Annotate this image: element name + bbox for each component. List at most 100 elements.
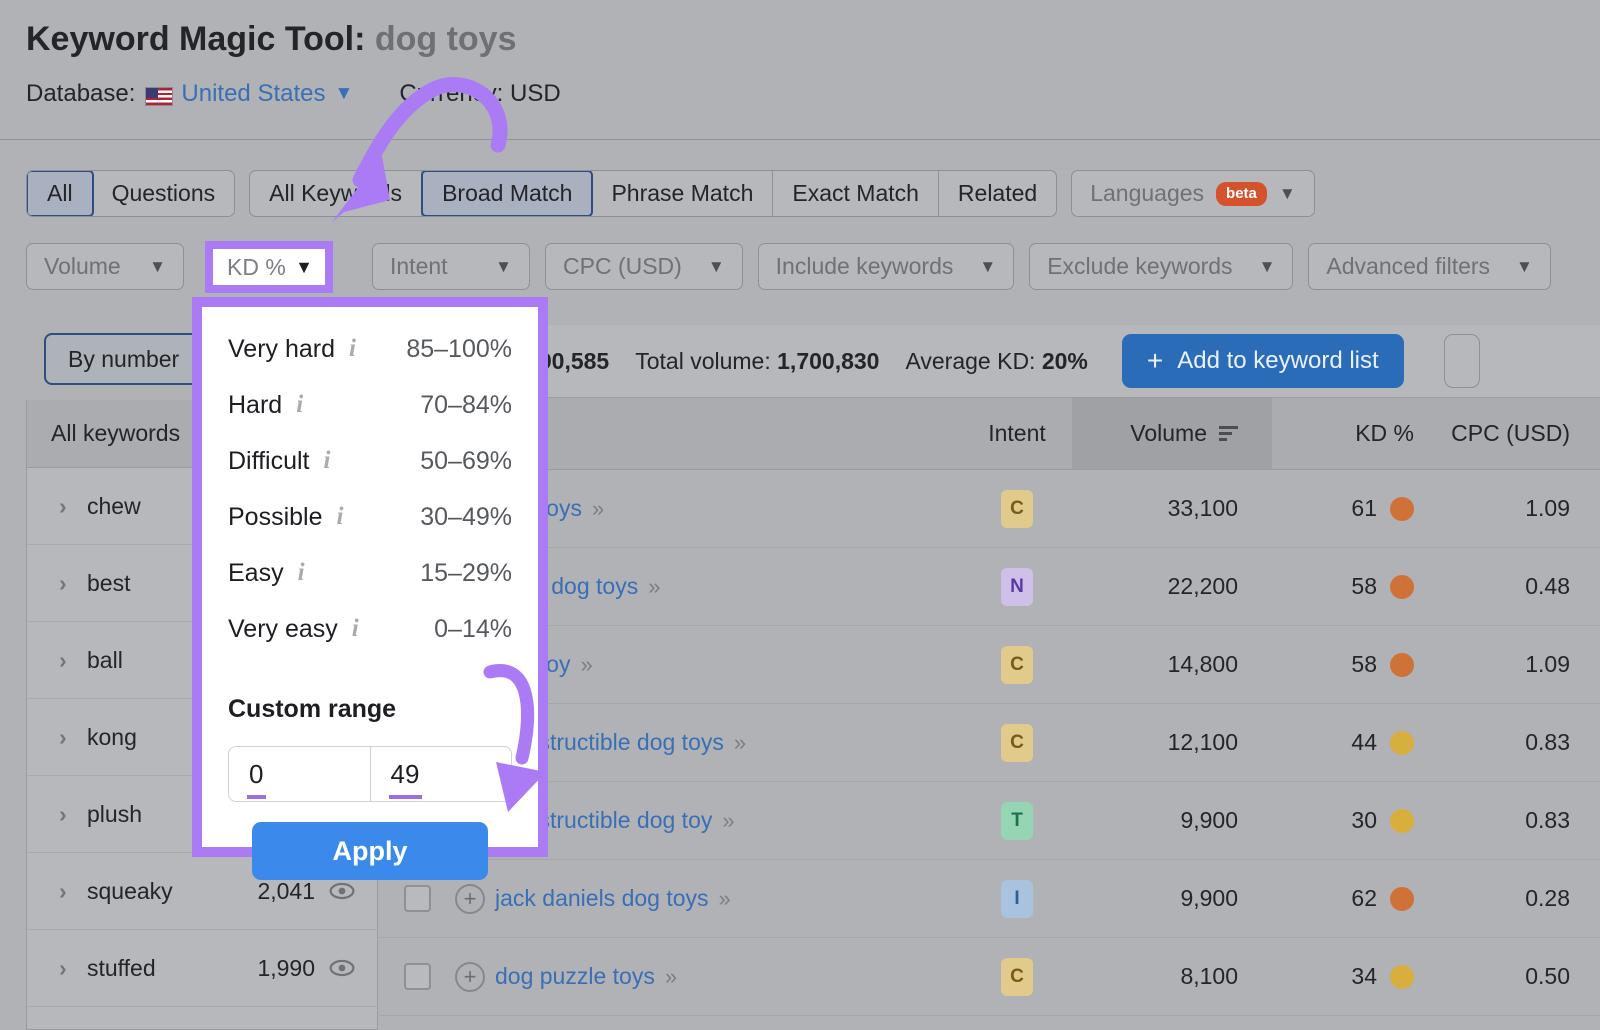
row-checkbox-cell[interactable]: [379, 885, 455, 912]
expand-icon[interactable]: »: [580, 652, 590, 678]
kd-option-range: 0–14%: [434, 615, 512, 644]
overflow-button[interactable]: [1444, 334, 1480, 388]
row-kd-cell: 58: [1272, 651, 1424, 678]
column-header-volume[interactable]: Volume: [1072, 398, 1272, 469]
add-to-keyword-list-button[interactable]: + Add to keyword list: [1122, 334, 1404, 388]
kd-option-hard[interactable]: Hard i 70–84%: [228, 377, 512, 433]
tab-questions[interactable]: Questions: [93, 171, 235, 216]
table-row[interactable]: + dog puzzle toys » C 8,100 34 0.50: [379, 938, 1600, 1016]
expand-icon[interactable]: »: [665, 964, 675, 990]
plus-icon: +: [1147, 347, 1163, 375]
info-icon[interactable]: i: [298, 559, 305, 587]
range-from-input[interactable]: 0: [229, 747, 371, 801]
chevron-right-icon: ›: [59, 724, 87, 751]
match-type-tabs: All Questions All Keywords Broad Match P…: [26, 170, 1315, 217]
filter-volume[interactable]: Volume ▼: [26, 243, 184, 290]
column-header-intent[interactable]: Intent: [962, 420, 1072, 447]
row-checkbox-cell[interactable]: [379, 963, 455, 990]
intent-badge: C: [1001, 646, 1033, 684]
kd-dot-icon: [1390, 887, 1414, 911]
tab-related[interactable]: Related: [939, 171, 1056, 216]
info-icon[interactable]: i: [296, 391, 303, 419]
add-keyword-icon[interactable]: +: [455, 962, 485, 992]
row-cpc-cell: 0.50: [1424, 963, 1600, 990]
kd-option-possible[interactable]: Possible i 30–49%: [228, 489, 512, 545]
filter-cpc-label: CPC (USD): [563, 253, 682, 280]
chevron-down-icon: ▼: [979, 257, 996, 277]
keyword-link[interactable]: jack daniels dog toys: [495, 885, 709, 912]
range-from-value: 0: [249, 759, 263, 790]
kd-level-list: Very hard i 85–100% Hard i 70–84% Diffic…: [202, 307, 538, 667]
chevron-right-icon: ›: [59, 878, 87, 905]
table-row[interactable]: + kong dog toys » N 22,200 58 0.48: [379, 548, 1600, 626]
stats-total-volume: Total volume: 1,700,830: [635, 348, 879, 375]
by-number-toggle[interactable]: By number: [44, 333, 203, 385]
expand-icon[interactable]: »: [722, 808, 732, 834]
expand-icon[interactable]: »: [592, 496, 602, 522]
kd-value: 62: [1351, 885, 1377, 912]
table-row[interactable]: + dog toy » C 14,800 58 1.09: [379, 626, 1600, 704]
languages-dropdown[interactable]: Languages beta ▼: [1071, 170, 1315, 217]
column-header-cpc[interactable]: CPC (USD): [1424, 420, 1600, 447]
filter-intent[interactable]: Intent ▼: [372, 243, 530, 290]
row-volume-cell: 12,100: [1072, 729, 1272, 756]
table-row[interactable]: + jack daniels dog toys » I 9,900 62 0.2…: [379, 860, 1600, 938]
info-icon[interactable]: i: [352, 615, 359, 643]
tab-exact-match[interactable]: Exact Match: [773, 171, 939, 216]
eye-icon[interactable]: [329, 878, 355, 904]
row-cpc-cell: 0.83: [1424, 729, 1600, 756]
info-icon[interactable]: i: [337, 503, 344, 531]
database-selector[interactable]: United States: [181, 80, 325, 108]
row-volume-cell: 22,200: [1072, 573, 1272, 600]
kd-value: 34: [1351, 963, 1377, 990]
info-icon[interactable]: i: [349, 335, 356, 363]
intent-badge: I: [1001, 880, 1033, 918]
table-row[interactable]: + indestructible dog toy » T 9,900 30 0.…: [379, 782, 1600, 860]
row-keyword-cell[interactable]: + jack daniels dog toys »: [455, 884, 962, 914]
kd-value: 61: [1351, 495, 1377, 522]
table-row[interactable]: + dog toys » C 33,100 61 1.09: [379, 470, 1600, 548]
tab-phrase-match[interactable]: Phrase Match: [592, 171, 773, 216]
kd-option-label: Very hard: [228, 335, 335, 364]
kd-option-very-hard[interactable]: Very hard i 85–100%: [228, 321, 512, 377]
chevron-down-icon[interactable]: ▼: [335, 83, 354, 105]
row-volume-cell: 14,800: [1072, 651, 1272, 678]
filter-kd-percent[interactable]: KD % ▼: [205, 241, 333, 293]
row-kd-cell: 34: [1272, 963, 1424, 990]
filter-exclude-keywords[interactable]: Exclude keywords ▼: [1029, 243, 1293, 290]
sidebar-item-count: 2,041: [257, 878, 315, 905]
range-to-input[interactable]: 49: [371, 747, 512, 801]
tab-broad-match[interactable]: Broad Match: [421, 170, 593, 217]
checkbox[interactable]: [404, 885, 431, 912]
expand-icon[interactable]: »: [719, 886, 729, 912]
range-to-value: 49: [391, 759, 420, 790]
currency-label: Currency: USD: [399, 80, 560, 108]
kd-value: 58: [1351, 573, 1377, 600]
row-keyword-cell[interactable]: + dog puzzle toys »: [455, 962, 962, 992]
checkbox[interactable]: [404, 963, 431, 990]
apply-button[interactable]: Apply: [252, 822, 488, 880]
expand-icon[interactable]: »: [648, 574, 658, 600]
row-cpc-cell: 0.48: [1424, 573, 1600, 600]
eye-icon[interactable]: [329, 955, 355, 981]
sidebar-item-stuffed[interactable]: › stuffed 1,990: [27, 930, 377, 1007]
filter-cpc[interactable]: CPC (USD) ▼: [545, 243, 743, 290]
column-header-kd[interactable]: KD %: [1272, 420, 1424, 447]
filter-advanced[interactable]: Advanced filters ▼: [1308, 243, 1550, 290]
kd-option-difficult[interactable]: Difficult i 50–69%: [228, 433, 512, 489]
stats-bar: All keywords: 90,585 Total volume: 1,700…: [379, 325, 1600, 398]
table-row[interactable]: + indestructible dog toys » C 12,100 44 …: [379, 704, 1600, 782]
filter-include-keywords[interactable]: Include keywords ▼: [758, 243, 1015, 290]
kd-option-easy[interactable]: Easy i 15–29%: [228, 545, 512, 601]
kd-option-very-easy[interactable]: Very easy i 0–14%: [228, 601, 512, 657]
tab-all[interactable]: All: [26, 170, 94, 217]
keywords-table: Keyword Intent Volume KD % CPC (USD) + d…: [379, 398, 1600, 1030]
add-keyword-icon[interactable]: +: [455, 884, 485, 914]
row-intent-cell: N: [962, 568, 1072, 606]
expand-icon[interactable]: »: [734, 730, 744, 756]
info-icon[interactable]: i: [324, 447, 331, 475]
row-kd-cell: 44: [1272, 729, 1424, 756]
stats-average-kd-value: 20%: [1042, 348, 1088, 374]
tab-all-keywords[interactable]: All Keywords: [250, 171, 422, 216]
keyword-link[interactable]: dog puzzle toys: [495, 963, 655, 990]
